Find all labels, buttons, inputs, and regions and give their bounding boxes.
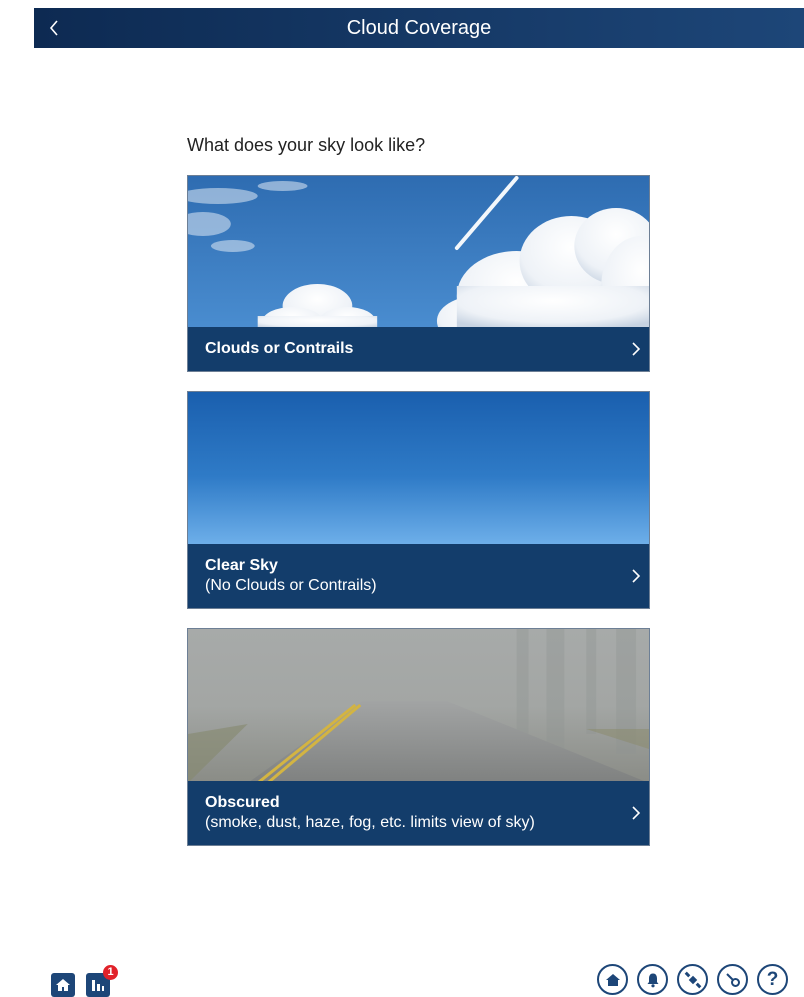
option-title: Obscured — [205, 794, 280, 811]
option-caption: Obscured (smoke, dust, haze, fog, etc. l… — [188, 781, 649, 845]
option-title: Clouds or Contrails — [205, 340, 354, 357]
link-icon — [725, 972, 740, 987]
home-button[interactable] — [51, 973, 75, 997]
option-title: Clear Sky — [205, 557, 278, 574]
home-icon — [56, 979, 70, 991]
chevron-right-icon — [632, 342, 641, 356]
page-title: Cloud Coverage — [346, 17, 492, 39]
option-obscured[interactable]: Obscured (smoke, dust, haze, fog, etc. l… — [187, 628, 650, 846]
chevron-left-icon — [49, 20, 58, 36]
option-subtitle: (smoke, dust, haze, fog, etc. limits vie… — [205, 814, 535, 831]
help-icon: ? — [766, 968, 779, 990]
bell-icon — [647, 973, 658, 987]
satellite-round-button[interactable] — [677, 964, 708, 995]
help-round-button[interactable]: ? — [757, 964, 788, 995]
option-clear-sky[interactable]: Clear Sky (No Clouds or Contrails) — [187, 391, 650, 609]
stats-button[interactable]: 1 — [86, 965, 118, 997]
fog-photo — [188, 629, 649, 783]
back-button[interactable] — [34, 8, 74, 48]
header-bar: Cloud Coverage — [34, 8, 804, 48]
option-caption: Clear Sky (No Clouds or Contrails) — [188, 544, 649, 608]
chevron-right-icon — [632, 806, 641, 820]
chevron-right-icon — [632, 569, 641, 583]
question-prompt: What does your sky look like? — [187, 135, 426, 155]
notification-badge: 1 — [103, 965, 118, 980]
home-icon — [605, 973, 620, 986]
option-clouds-or-contrails[interactable]: Clouds or Contrails — [187, 175, 650, 372]
option-caption: Clouds or Contrails — [188, 327, 649, 371]
chart-icon — [92, 980, 104, 991]
clear-sky-photo — [188, 392, 649, 546]
satellite-icon — [684, 971, 701, 988]
alerts-round-button[interactable] — [637, 964, 668, 995]
option-subtitle: (No Clouds or Contrails) — [205, 577, 377, 594]
link-round-button[interactable] — [717, 964, 748, 995]
home-round-button[interactable] — [597, 964, 628, 995]
clouds-photo — [188, 176, 649, 329]
